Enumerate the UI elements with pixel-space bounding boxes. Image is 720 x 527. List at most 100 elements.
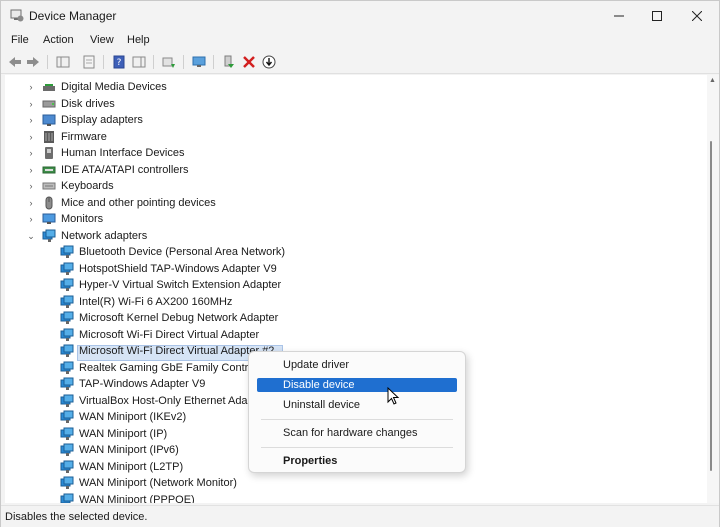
network-adapter-label: Microsoft Kernel Debug Network Adapter — [79, 312, 279, 324]
disable-device-menu-item[interactable]: Disable device — [257, 378, 457, 392]
display-adapter-icon — [42, 114, 56, 126]
network-adapter-icon — [60, 262, 74, 275]
enable-device-toolbar-button[interactable] — [221, 54, 237, 70]
network-adapter-label: Bluetooth Device (Personal Area Network) — [79, 246, 286, 258]
firmware-icon — [44, 130, 54, 143]
close-button[interactable] — [677, 1, 717, 31]
properties-sheet-icon — [83, 55, 95, 69]
chevron-down-icon[interactable]: ⌄ — [27, 228, 35, 244]
network-adapter-icon — [60, 427, 74, 440]
scrollbar-thumb[interactable] — [710, 141, 712, 471]
properties-menu-item[interactable]: Properties — [257, 454, 457, 468]
forward-arrow-icon — [27, 57, 39, 67]
scan-hardware-menu-item[interactable]: Scan for hardware changes — [257, 426, 457, 440]
menu-help[interactable]: Help — [127, 34, 150, 46]
properties-toolbar-button[interactable] — [81, 54, 97, 70]
title-bar[interactable]: Device Manager — [1, 1, 719, 31]
network-adapter-label: HotspotShield TAP-Windows Adapter V9 — [79, 262, 277, 275]
network-adapter-icon — [60, 476, 74, 489]
toolbar-separator — [153, 55, 154, 69]
device-manager-window: Device Manager File Action View Help ? ›… — [0, 0, 720, 527]
show-hide-console-tree-button[interactable] — [55, 54, 71, 70]
ide-controller-icon — [42, 166, 56, 173]
monitor-icon — [42, 213, 56, 224]
network-adapter-label: WAN Miniport (L2TP) — [79, 460, 184, 473]
forward-button[interactable] — [25, 54, 41, 70]
network-adapter-icon — [60, 493, 74, 503]
network-adapter-label: Hyper-V Virtual Switch Extension Adapter — [79, 279, 282, 291]
red-x-icon — [243, 56, 255, 68]
mouse-cursor-icon — [387, 387, 400, 405]
chevron-right-icon[interactable]: › — [27, 96, 35, 112]
console-tree-icon — [56, 56, 70, 68]
network-adapter-icon — [60, 245, 74, 258]
hid-icon — [45, 147, 53, 159]
scan-monitor-icon — [192, 56, 206, 67]
chevron-right-icon[interactable]: › — [27, 211, 35, 227]
network-adapter-icon — [60, 361, 74, 374]
update-driver-icon — [162, 57, 175, 68]
network-adapter-label: WAN Miniport (IKEv2) — [79, 411, 187, 423]
chevron-right-icon[interactable]: › — [27, 79, 35, 95]
network-adapter-icon — [42, 229, 56, 242]
context-menu: Update driver Disable device Uninstall d… — [248, 351, 466, 473]
context-menu-separator — [261, 447, 453, 448]
help-book-icon: ? — [113, 55, 125, 69]
vertical-scrollbar[interactable]: ▲ — [707, 75, 719, 503]
chevron-right-icon[interactable]: › — [27, 178, 35, 194]
network-adapter-icon — [60, 278, 74, 291]
toolbar-separator — [47, 55, 48, 69]
help-toolbar-button[interactable]: ? — [111, 54, 127, 70]
media-device-icon — [43, 84, 55, 91]
chevron-right-icon[interactable]: › — [27, 129, 35, 145]
update-driver-menu-item[interactable]: Update driver — [257, 358, 457, 372]
uninstall-device-menu-item[interactable]: Uninstall device — [257, 398, 457, 412]
chevron-right-icon[interactable]: › — [27, 195, 35, 211]
network-adapter-icon — [60, 443, 74, 456]
window-title: Device Manager — [29, 9, 117, 23]
disk-drive-icon — [42, 100, 56, 107]
tree-category-label: Network adapters — [61, 229, 148, 242]
toolbar-separator — [183, 55, 184, 69]
tree-category-label: Display adapters — [61, 114, 143, 126]
toolbar: ? — [1, 51, 719, 74]
svg-text:?: ? — [117, 58, 122, 68]
uninstall-device-toolbar-button[interactable] — [241, 54, 257, 70]
back-arrow-icon — [9, 57, 21, 67]
network-adapter-label: TAP-Windows Adapter V9 — [79, 378, 206, 390]
minimize-button[interactable] — [599, 1, 639, 31]
tree-category-label: Monitors — [61, 213, 104, 225]
chevron-right-icon[interactable]: › — [27, 145, 35, 161]
network-adapter-icon — [60, 311, 74, 324]
menu-action[interactable]: Action — [43, 34, 74, 46]
update-driver-toolbar-button[interactable] — [161, 54, 177, 70]
chevron-right-icon[interactable]: › — [27, 112, 35, 128]
enable-device-icon — [224, 55, 234, 68]
scroll-up-arrow-icon[interactable]: ▲ — [709, 77, 716, 84]
mouse-icon — [45, 196, 53, 209]
network-adapter-label: VirtualBox Host-Only Ethernet Adapter — [79, 394, 267, 407]
scan-hardware-toolbar-button[interactable] — [191, 54, 207, 70]
network-adapter-icon — [60, 295, 74, 308]
network-adapter-icon — [60, 344, 74, 357]
network-adapter-label: WAN Miniport (IP) — [79, 427, 168, 440]
network-adapter-label: Microsoft Wi-Fi Direct Virtual Adapter — [79, 328, 260, 341]
menu-view[interactable]: View — [90, 34, 114, 46]
maximize-button[interactable] — [637, 1, 677, 31]
tree-category-label: Mice and other pointing devices — [61, 196, 216, 209]
device-manager-app-icon — [10, 9, 24, 22]
tree-category-label: Firmware — [61, 130, 107, 143]
network-adapter-label: WAN Miniport (PPPOE) — [79, 493, 195, 504]
network-adapter-label: WAN Miniport (IPv6) — [79, 444, 179, 456]
menu-bar: File Action View Help — [1, 31, 719, 51]
action-pane-button[interactable] — [131, 54, 147, 70]
download-circle-icon — [262, 55, 276, 69]
maximize-icon — [652, 11, 662, 21]
menu-file[interactable]: File — [11, 34, 29, 46]
chevron-right-icon[interactable]: › — [27, 162, 35, 178]
network-adapter-label: WAN Miniport (Network Monitor) — [79, 477, 237, 489]
keyboard-icon — [42, 182, 56, 190]
network-adapter-label: Realtek Gaming GbE Family Controller — [79, 361, 270, 374]
disable-device-toolbar-button[interactable] — [261, 54, 277, 70]
back-button[interactable] — [7, 54, 23, 70]
